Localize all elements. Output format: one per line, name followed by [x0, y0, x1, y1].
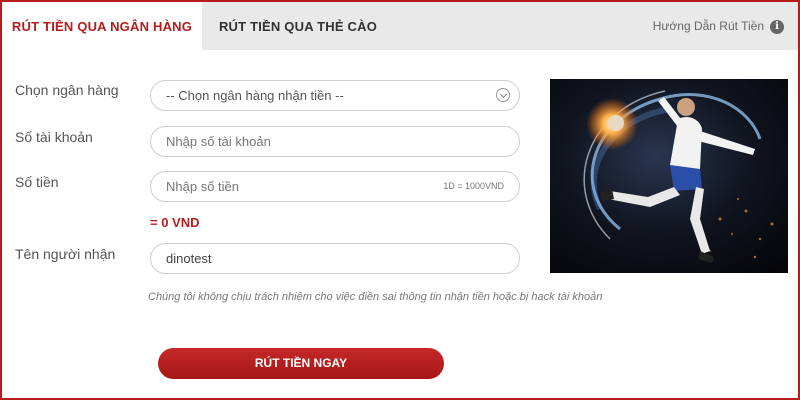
bank-select[interactable]: -- Chọn ngân hàng nhận tiền -- — [150, 80, 520, 111]
amount-input[interactable]: Nhập số tiền 1D = 1000VND — [150, 171, 520, 202]
converted-amount: = 0 VND — [150, 215, 200, 230]
promo-image — [550, 79, 788, 273]
disclaimer-text: Chúng tôi không chịu trách nhiệm cho việ… — [148, 291, 603, 303]
guide-label: Hướng Dẫn Rút Tiền — [652, 19, 764, 33]
withdraw-panel: RÚT TIỀN QUA NGÂN HÀNG RÚT TIỀN QUA THẺ … — [0, 0, 800, 400]
bank-label: Chọn ngân hàng — [15, 82, 119, 98]
withdraw-guide-link[interactable]: Hướng Dẫn Rút Tiền i — [653, 2, 784, 50]
tab-bank-withdraw[interactable]: RÚT TIỀN QUA NGÂN HÀNG — [2, 2, 202, 50]
withdraw-now-button[interactable]: RÚT TIỀN NGAY — [158, 348, 444, 379]
recipient-name-input[interactable]: dinotest — [150, 243, 520, 274]
soccer-player-illustration — [550, 79, 788, 273]
amount-placeholder: Nhập số tiền — [166, 179, 239, 194]
tab-bar: RÚT TIỀN QUA NGÂN HÀNG RÚT TIỀN QUA THẺ … — [2, 2, 798, 50]
amount-label: Số tiền — [15, 174, 59, 190]
recipient-label: Tên người nhận — [15, 246, 116, 262]
exchange-rate-hint: 1D = 1000VND — [443, 181, 504, 191]
chevron-down-icon — [496, 88, 510, 102]
bank-select-value: -- Chọn ngân hàng nhận tiền -- — [166, 88, 344, 103]
account-number-label: Số tài khoản — [15, 129, 93, 145]
tab-card-withdraw[interactable]: RÚT TIỀN QUA THẺ CÀO — [202, 2, 394, 50]
account-number-input[interactable]: Nhập số tài khoản — [150, 126, 520, 157]
info-icon: i — [770, 19, 784, 34]
